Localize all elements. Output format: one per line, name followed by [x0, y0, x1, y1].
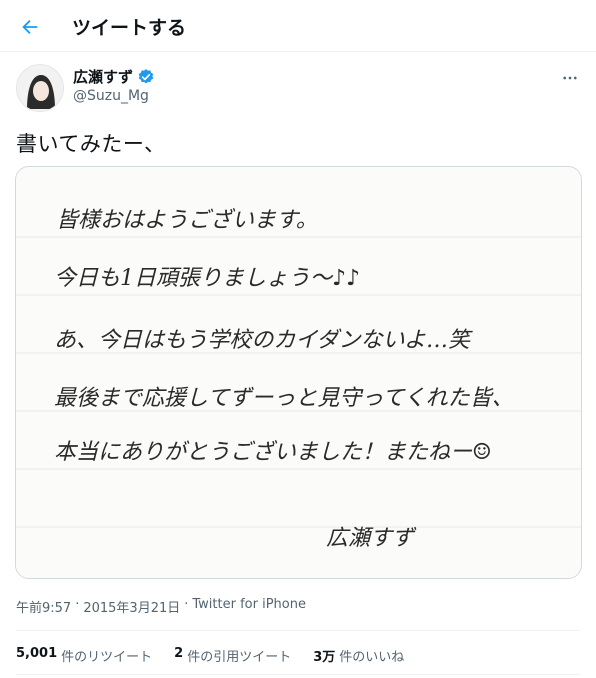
letter-line: 皆様おはようございます。	[56, 208, 318, 233]
meta-separator: ·	[75, 597, 80, 612]
tweet-source[interactable]: Twitter for iPhone	[192, 597, 306, 616]
user-handle[interactable]: @Suzu_Mg	[73, 88, 149, 104]
author-name-row[interactable]: 広瀬すず	[73, 66, 155, 87]
profile-photo-icon	[17, 65, 63, 111]
top-bar: ツイートする	[0, 0, 596, 52]
tweet-text: 書いてみたー、	[16, 132, 166, 156]
tweet-stats: 5,001 件のリツイート 2 件の引用ツイート 3万 件のいいね	[16, 646, 426, 665]
display-name[interactable]: 広瀬すず	[73, 66, 133, 87]
tweet-image[interactable]: 皆様おはようございます。 今日も1日頑張りましょう〜♪♪ あ、今日はもう学校のカ…	[15, 166, 582, 579]
tweet-date[interactable]: 2015年3月21日	[83, 597, 180, 616]
more-options-button[interactable]	[560, 68, 580, 88]
retweet-count[interactable]: 5,001 件のリツイート	[16, 646, 152, 665]
arrow-left-icon	[22, 19, 38, 35]
letter-line: 今日も1日頑張りましょう〜♪♪	[54, 266, 360, 291]
avatar[interactable]	[16, 64, 64, 112]
quote-tweet-count[interactable]: 2 件の引用ツイート	[174, 646, 291, 665]
tweet-meta: 午前9:57 · 2015年3月21日 · Twitter for iPhone	[16, 597, 306, 616]
meta-separator: ·	[184, 597, 189, 612]
page-title: ツイートする	[72, 17, 187, 39]
letter-line: 本当にありがとうございました！またねー☺	[54, 440, 492, 465]
divider	[16, 630, 580, 631]
tweet-time[interactable]: 午前9:57	[16, 597, 71, 616]
back-button[interactable]	[16, 13, 44, 41]
letter-line: 最後まで応援してずーっと見守ってくれた皆、	[54, 386, 514, 411]
more-dots-icon	[563, 76, 577, 80]
handwritten-letter-image: 皆様おはようございます。 今日も1日頑張りましょう〜♪♪ あ、今日はもう学校のカ…	[16, 167, 581, 578]
divider	[16, 674, 580, 675]
letter-signature: 広瀬すず	[326, 526, 417, 551]
like-count[interactable]: 3万 件のいいね	[313, 646, 404, 665]
verified-badge-icon	[138, 68, 154, 83]
letter-line: あ、今日はもう学校のカイダンないよ…笑	[54, 328, 473, 353]
